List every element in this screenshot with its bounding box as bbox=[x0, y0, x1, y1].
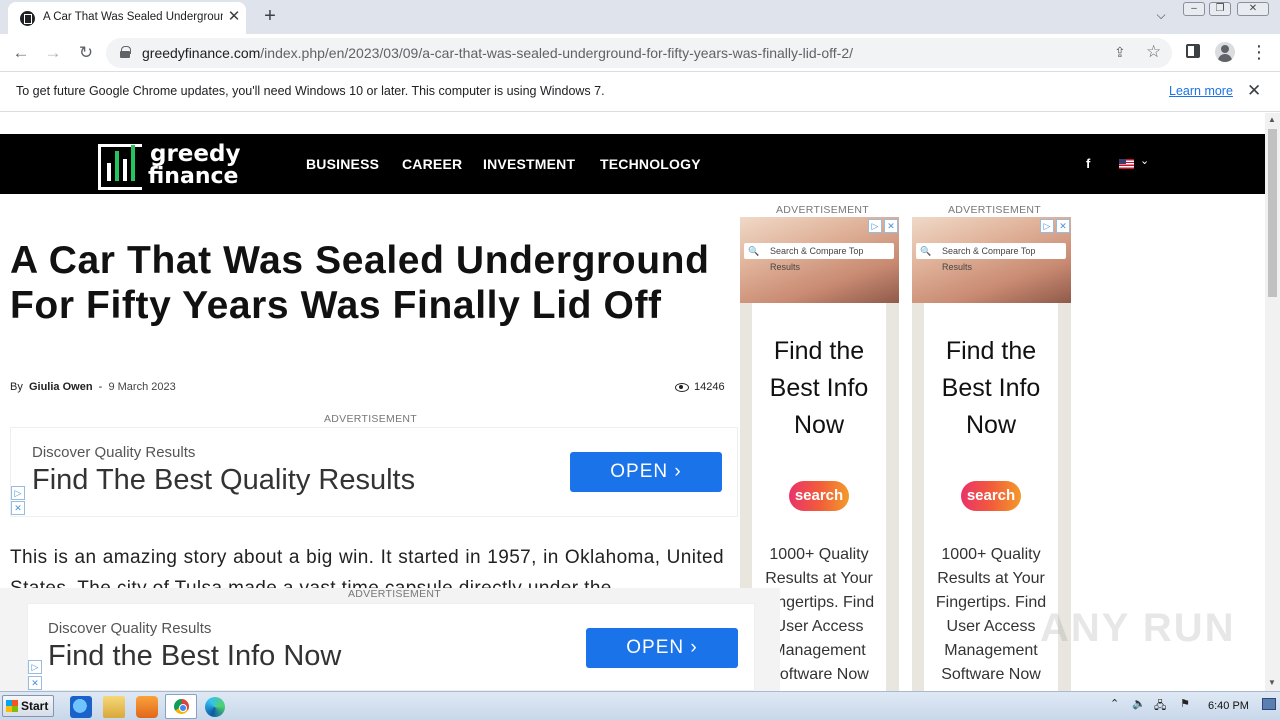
ad-label: ADVERTISEMENT bbox=[776, 204, 869, 216]
view-count: 14246 bbox=[694, 381, 725, 393]
ad-label: ADVERTISEMENT bbox=[948, 204, 1041, 216]
ie-icon[interactable] bbox=[70, 696, 92, 718]
update-infobar: To get future Google Chrome updates, you… bbox=[0, 72, 1280, 112]
start-button[interactable]: Start bbox=[2, 695, 54, 717]
back-arrow-icon[interactable]: ← bbox=[8, 40, 34, 66]
profile-avatar-icon[interactable] bbox=[1215, 42, 1235, 62]
logo-word: finance bbox=[148, 164, 239, 189]
restore-button[interactable]: ❐ bbox=[1209, 2, 1231, 16]
tab-close-icon[interactable]: ✕ bbox=[226, 8, 242, 26]
chrome-taskbar-icon[interactable] bbox=[165, 694, 197, 719]
site-header: greedy finance .com BUSINESS CAREER INVE… bbox=[0, 134, 1265, 212]
article-byline: By Giulia Owen - 9 March 2023 bbox=[10, 381, 176, 393]
sticky-ad[interactable]: Discover Quality Results Find the Best I… bbox=[27, 603, 755, 691]
search-logo: search bbox=[961, 481, 1021, 511]
taskbar-clock[interactable]: 6:40 PM bbox=[1208, 700, 1249, 712]
sticky-bottom-ad: ADVERTISEMENT Discover Quality Results F… bbox=[0, 588, 780, 691]
ad-close-icon[interactable]: ✕ bbox=[1056, 219, 1070, 233]
browser-tab[interactable]: A Car That Was Sealed Underground For Fi… bbox=[8, 2, 246, 34]
url-path: /index.php/en/2023/03/09/a-car-that-was-… bbox=[260, 45, 853, 61]
open-label: OPEN bbox=[610, 461, 669, 482]
ad-label: ADVERTISEMENT bbox=[348, 588, 441, 600]
page-scrollbar[interactable]: ▲ ▼ bbox=[1265, 113, 1280, 691]
bookmark-star-icon[interactable]: ☆ bbox=[1146, 42, 1161, 62]
logo-line2: finance .com bbox=[148, 164, 278, 214]
media-player-icon[interactable] bbox=[136, 696, 158, 718]
author-link[interactable]: Giulia Owen bbox=[29, 381, 93, 393]
ad-close-icon[interactable]: ✕ bbox=[28, 676, 42, 690]
action-center-flag-icon[interactable]: ⚑ bbox=[1180, 697, 1190, 710]
side-panel-icon[interactable] bbox=[1186, 44, 1200, 58]
nav-investment[interactable]: INVESTMENT bbox=[483, 156, 575, 172]
search-logo: search bbox=[789, 481, 849, 511]
volume-icon[interactable]: 🔈 bbox=[1132, 697, 1146, 710]
ad-search-bar: Search & Compare Top Results bbox=[916, 243, 1066, 272]
adchoices-icon[interactable]: ▷ bbox=[868, 219, 882, 233]
site-favicon-icon bbox=[20, 11, 35, 26]
nav-technology[interactable]: TECHNOLOGY bbox=[600, 156, 701, 172]
share-icon[interactable]: ⇪ bbox=[1114, 44, 1126, 61]
site-logo[interactable]: greedy finance .com bbox=[98, 141, 278, 212]
tab-search-chevron-icon[interactable]: ⌵ bbox=[1152, 8, 1170, 26]
tray-expand-icon[interactable]: ⌃ bbox=[1110, 697, 1119, 710]
inline-ad[interactable]: Discover Quality Results Find The Best Q… bbox=[10, 427, 738, 517]
ad-card: Find the Best Info Now search 1000+ Qual… bbox=[924, 303, 1058, 691]
network-icon[interactable]: 🖧 bbox=[1154, 697, 1166, 716]
us-flag-icon[interactable] bbox=[1119, 159, 1134, 169]
ad-kicker: Discover Quality Results bbox=[32, 444, 196, 461]
ad-open-button[interactable]: OPEN › bbox=[586, 628, 738, 668]
ad-headline: Find The Best Quality Results bbox=[32, 464, 416, 496]
adchoices-icon[interactable]: ▷ bbox=[11, 486, 25, 500]
edge-icon[interactable] bbox=[205, 697, 225, 717]
minimize-button[interactable]: – bbox=[1183, 2, 1205, 16]
ad-label: ADVERTISEMENT bbox=[324, 413, 417, 425]
chrome-menu-icon[interactable]: ⋮ bbox=[1250, 40, 1268, 64]
explorer-folder-icon[interactable] bbox=[103, 696, 125, 718]
eye-icon bbox=[675, 383, 689, 392]
browser-title-bar: A Car That Was Sealed Underground For Fi… bbox=[0, 0, 1280, 34]
ad-open-button[interactable]: OPEN › bbox=[570, 452, 722, 492]
infobar-close-icon[interactable]: ✕ bbox=[1247, 81, 1261, 101]
ad-headline: Find the Best Info Now bbox=[769, 337, 869, 439]
address-bar[interactable]: greedyfinance.com/index.php/en/2023/03/0… bbox=[106, 38, 1172, 68]
ad-search-bar: Search & Compare Top Results bbox=[744, 243, 894, 272]
byline-separator: - bbox=[98, 381, 103, 393]
chart-bars-icon bbox=[98, 144, 142, 190]
lock-icon[interactable] bbox=[120, 46, 131, 58]
ad-kicker: Discover Quality Results bbox=[48, 620, 212, 637]
article-date: 9 March 2023 bbox=[108, 381, 176, 393]
scroll-down-icon[interactable]: ▼ bbox=[1268, 678, 1276, 687]
learn-more-link[interactable]: Learn more bbox=[1169, 84, 1233, 98]
ad-headline: Find the Best Info Now bbox=[941, 337, 1041, 439]
web-page: greedy finance .com BUSINESS CAREER INVE… bbox=[0, 113, 1265, 691]
scroll-thumb[interactable] bbox=[1268, 129, 1277, 297]
new-tab-button[interactable]: + bbox=[258, 4, 282, 28]
browser-toolbar: ← → ↻ greedyfinance.com/index.php/en/202… bbox=[0, 34, 1280, 72]
logo-suffix: .com bbox=[148, 197, 180, 212]
ad-headline: Find the Best Info Now bbox=[48, 640, 342, 672]
adchoices-icon[interactable]: ▷ bbox=[28, 660, 42, 674]
tab-title: A Car That Was Sealed Underground For Fi… bbox=[43, 11, 223, 23]
system-tray: ⌃ 🔈 🖧 ⚑ bbox=[1104, 697, 1280, 717]
show-desktop-icon[interactable] bbox=[1262, 698, 1276, 710]
ad-close-icon[interactable]: ✕ bbox=[11, 501, 25, 515]
forward-arrow-icon[interactable]: → bbox=[40, 40, 66, 66]
window-close-button[interactable]: ✕ bbox=[1237, 2, 1269, 16]
facebook-icon[interactable]: f bbox=[1086, 156, 1090, 171]
nav-career[interactable]: CAREER bbox=[402, 156, 462, 172]
scroll-up-icon[interactable]: ▲ bbox=[1268, 115, 1276, 124]
reload-icon[interactable]: ↻ bbox=[73, 40, 99, 66]
adchoices-icon[interactable]: ▷ bbox=[1040, 219, 1054, 233]
anyrun-watermark: ANY RUN bbox=[1040, 606, 1236, 650]
url-text[interactable]: greedyfinance.com/index.php/en/2023/03/0… bbox=[142, 45, 853, 61]
nav-business[interactable]: BUSINESS bbox=[306, 156, 379, 172]
ad-close-icon[interactable]: ✕ bbox=[884, 219, 898, 233]
infobar-message: To get future Google Chrome updates, you… bbox=[16, 84, 605, 98]
chevron-down-icon[interactable]: ⌄ bbox=[1140, 154, 1149, 167]
windows-taskbar: Start ⌃ 🔈 🖧 ⚑ 6:40 PM bbox=[0, 691, 1280, 720]
url-host: greedyfinance.com bbox=[142, 45, 261, 61]
byline-by: By bbox=[10, 381, 23, 393]
article-title: A Car That Was Sealed Underground For Fi… bbox=[10, 239, 710, 327]
open-label: OPEN bbox=[626, 637, 685, 658]
